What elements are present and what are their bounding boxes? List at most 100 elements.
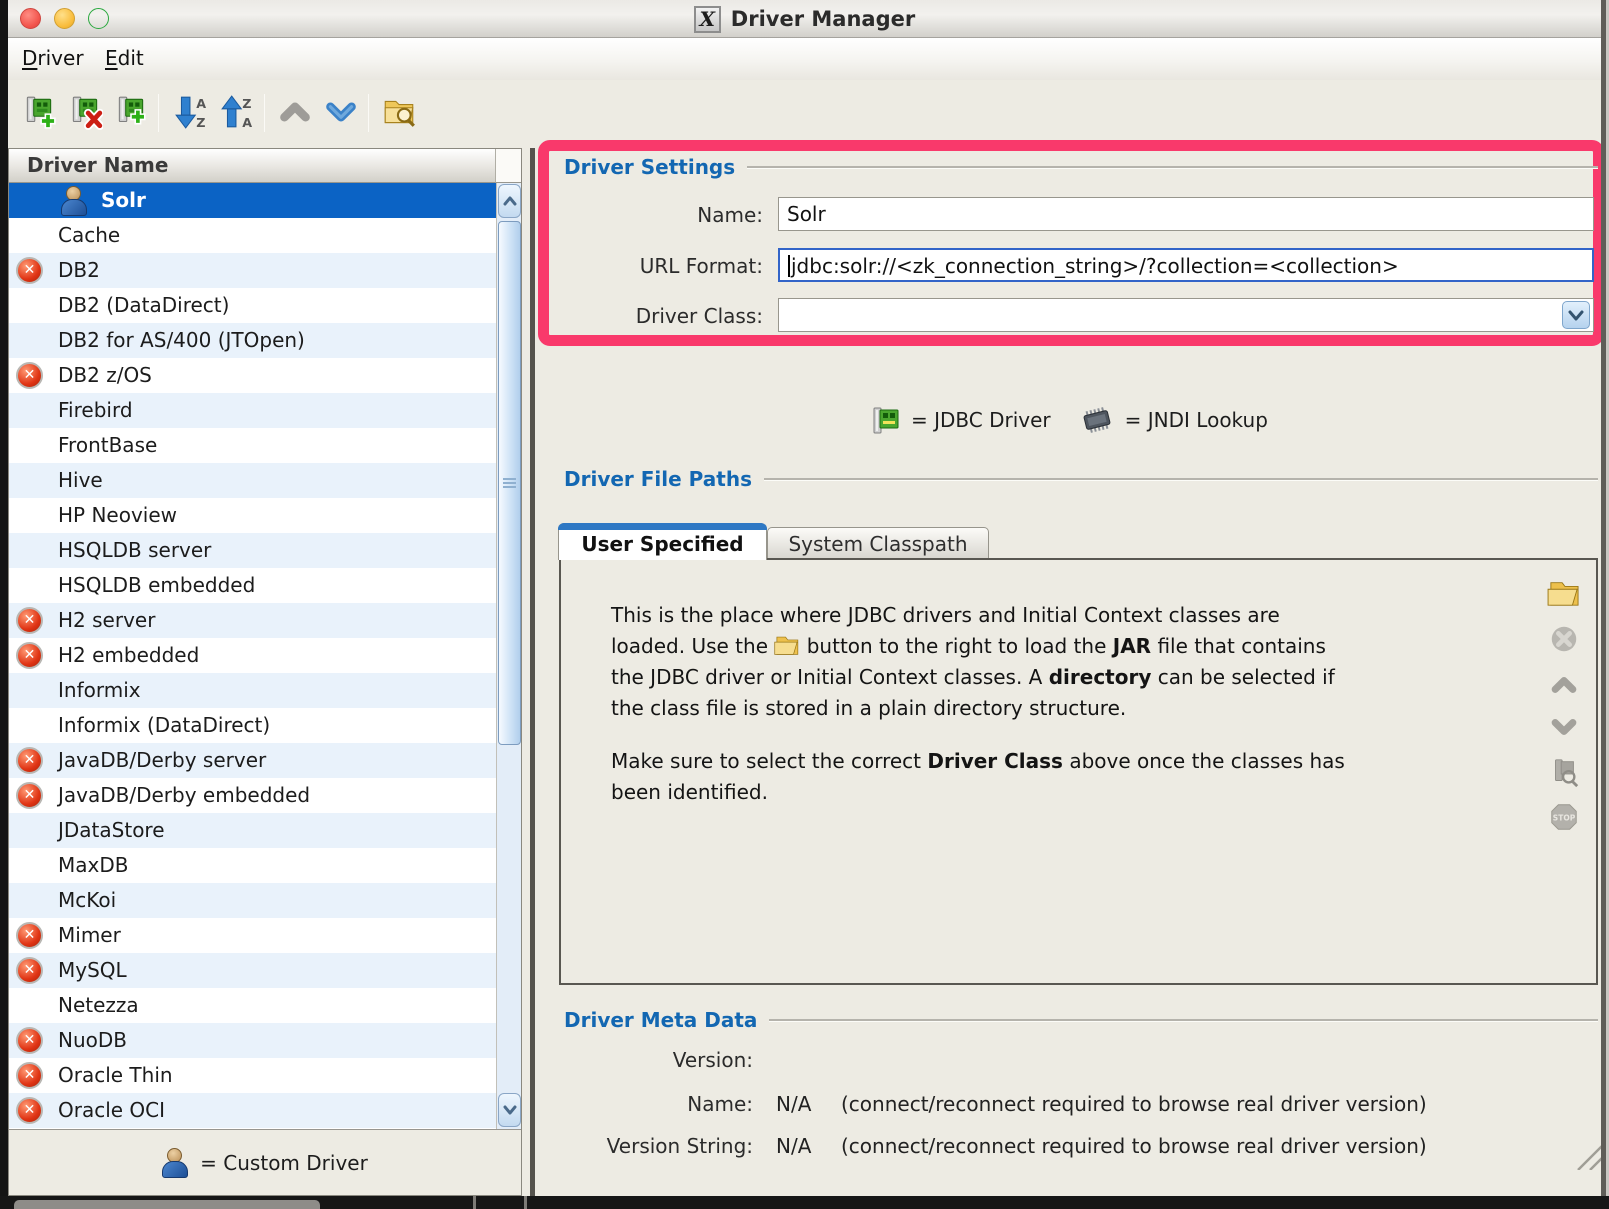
driver-row[interactable]: Firebird [9,393,496,428]
move-up-button[interactable] [276,93,314,131]
copy-driver-button[interactable] [112,93,150,131]
error-icon: ✕ [16,362,43,389]
find-driver-button[interactable] [380,93,418,131]
driver-name: Solr [101,188,146,212]
driver-row[interactable]: ✕MySQL [9,953,496,988]
driver-row[interactable]: ✕DB2 [9,253,496,288]
circle-x-icon [1548,623,1580,655]
driver-search-icon [1548,757,1580,789]
file-paths-panel: This is the place where JDBC drivers and… [559,558,1598,985]
driver-name: HSQLDB server [58,538,211,562]
svg-text:A: A [196,96,206,111]
driver-row[interactable]: ✕ JavaDB/Derby server [9,743,496,778]
driver-row[interactable]: ✕Mimer [9,918,496,953]
svg-text:Z: Z [242,96,251,111]
toolbar-separator [264,94,265,132]
sort-descending-button[interactable]: Z A [218,93,256,131]
driver-row[interactable]: MaxDB [9,848,496,883]
driver-name: JDataStore [58,818,165,842]
tab-system-classpath[interactable]: System Classpath [767,527,989,560]
split-divider[interactable] [530,148,535,1196]
driver-file-paths-heading: Driver File Paths [564,467,752,491]
driver-name: Oracle Thin [58,1063,173,1087]
driver-row[interactable]: Solr [9,183,496,218]
move-path-up-button [1546,668,1582,702]
driver-settings-section: Driver Settings [564,155,1598,179]
error-icon: ✕ [16,747,43,774]
driver-name: Netezza [58,993,139,1017]
driver-file-paths-section: Driver File Paths [564,467,1598,491]
driver-row[interactable]: ✕H2 embedded [9,638,496,673]
scroll-down-button[interactable] [498,1093,521,1127]
driver-delete-icon [67,94,103,130]
driver-list-scrollbar[interactable] [496,183,521,1129]
error-icon: ✕ [16,642,43,669]
custom-driver-legend-label: = Custom Driver [200,1151,368,1175]
folder-open-icon [774,633,800,657]
error-icon: ✕ [16,1097,43,1124]
remove-path-button [1546,622,1582,656]
driver-row[interactable]: ✕ Oracle OCI [9,1093,496,1128]
driver-row[interactable]: Informix [9,673,496,708]
driver-class-field[interactable] [778,298,1594,332]
driver-row[interactable]: Hive [9,463,496,498]
url-format-field[interactable]: jdbc:solr://<zk_connection_string>/?coll… [778,248,1594,282]
driver-row[interactable]: ✕Oracle Thin [9,1058,496,1093]
driver-add-icon [21,94,57,130]
driver-name-column-header[interactable]: Driver Name [9,149,496,183]
driver-row[interactable]: Netezza [9,988,496,1023]
scroll-up-button[interactable] [498,184,521,218]
driver-name: FrontBase [58,433,157,457]
open-file-button[interactable] [1546,576,1582,610]
driver-row[interactable]: McKoi [9,883,496,918]
driver-row[interactable]: Informix (DataDirect) [9,708,496,743]
driver-class-dropdown-button[interactable] [1562,301,1590,329]
driver-name: MaxDB [58,853,128,877]
custom-driver-icon [61,186,85,215]
driver-name: H2 server [58,608,155,632]
scrollbar-thumb[interactable] [498,221,521,745]
error-icon: ✕ [16,257,43,284]
driver-name: Oracle OCI [58,1098,165,1122]
error-icon: ✕ [16,957,43,984]
title-bar: X Driver Manager [8,0,1601,38]
background-window-edge [473,1196,476,1209]
driver-row[interactable]: Cache [9,218,496,253]
section-divider-line [764,478,1598,481]
driver-row[interactable]: ✕ DB2 z/OS [9,358,496,393]
text-caret [788,255,790,277]
sort-ascending-button[interactable]: A Z [172,93,210,131]
driver-name: JavaDB/Derby server [58,748,266,772]
driver-row[interactable]: JDataStore [9,813,496,848]
stop-loading-button: STOP [1546,800,1582,834]
version-label: Version: [548,1048,753,1072]
remove-driver-button[interactable] [66,93,104,131]
driver-row[interactable]: HSQLDB embedded [9,568,496,603]
move-down-button[interactable] [322,93,360,131]
driver-row[interactable]: ✕H2 server [9,603,496,638]
find-driver-class-button [1546,756,1582,790]
driver-row[interactable]: HSQLDB server [9,533,496,568]
toolbar-separator [158,94,159,132]
jdbc-driver-icon [871,404,901,436]
file-paths-info-text: This is the place where JDBC drivers and… [611,600,1551,808]
menu-driver[interactable]: Driver [22,46,84,70]
menu-edit[interactable]: Edit [105,46,144,70]
stop-sign-icon: STOP [1548,801,1580,833]
error-icon: ✕ [16,1027,43,1054]
tab-user-specified[interactable]: User Specified [558,523,767,560]
icon-legend: = JDBC Driver = JNDI Lookup [871,404,1268,436]
driver-name: DB2 z/OS [58,363,152,387]
driver-row[interactable]: ✕JavaDB/Derby embedded [9,778,496,813]
driver-row[interactable]: DB2 (DataDirect) [9,288,496,323]
driver-row[interactable]: HP Neoview [9,498,496,533]
driver-name-field[interactable]: Solr [778,197,1594,231]
driver-meta-data-section: Driver Meta Data [564,1008,1598,1032]
driver-row[interactable]: DB2 for AS/400 (JTOpen) [9,323,496,358]
driver-row[interactable]: ✕NuoDB [9,1023,496,1058]
jdbc-driver-legend-label: = JDBC Driver [911,408,1051,432]
driver-row[interactable]: FrontBase [9,428,496,463]
create-driver-button[interactable] [20,93,58,131]
driver-settings-heading: Driver Settings [564,155,735,179]
driver-list-panel: Driver Name Solr Cache✕DB2DB2 (DataDirect… [8,148,522,1196]
